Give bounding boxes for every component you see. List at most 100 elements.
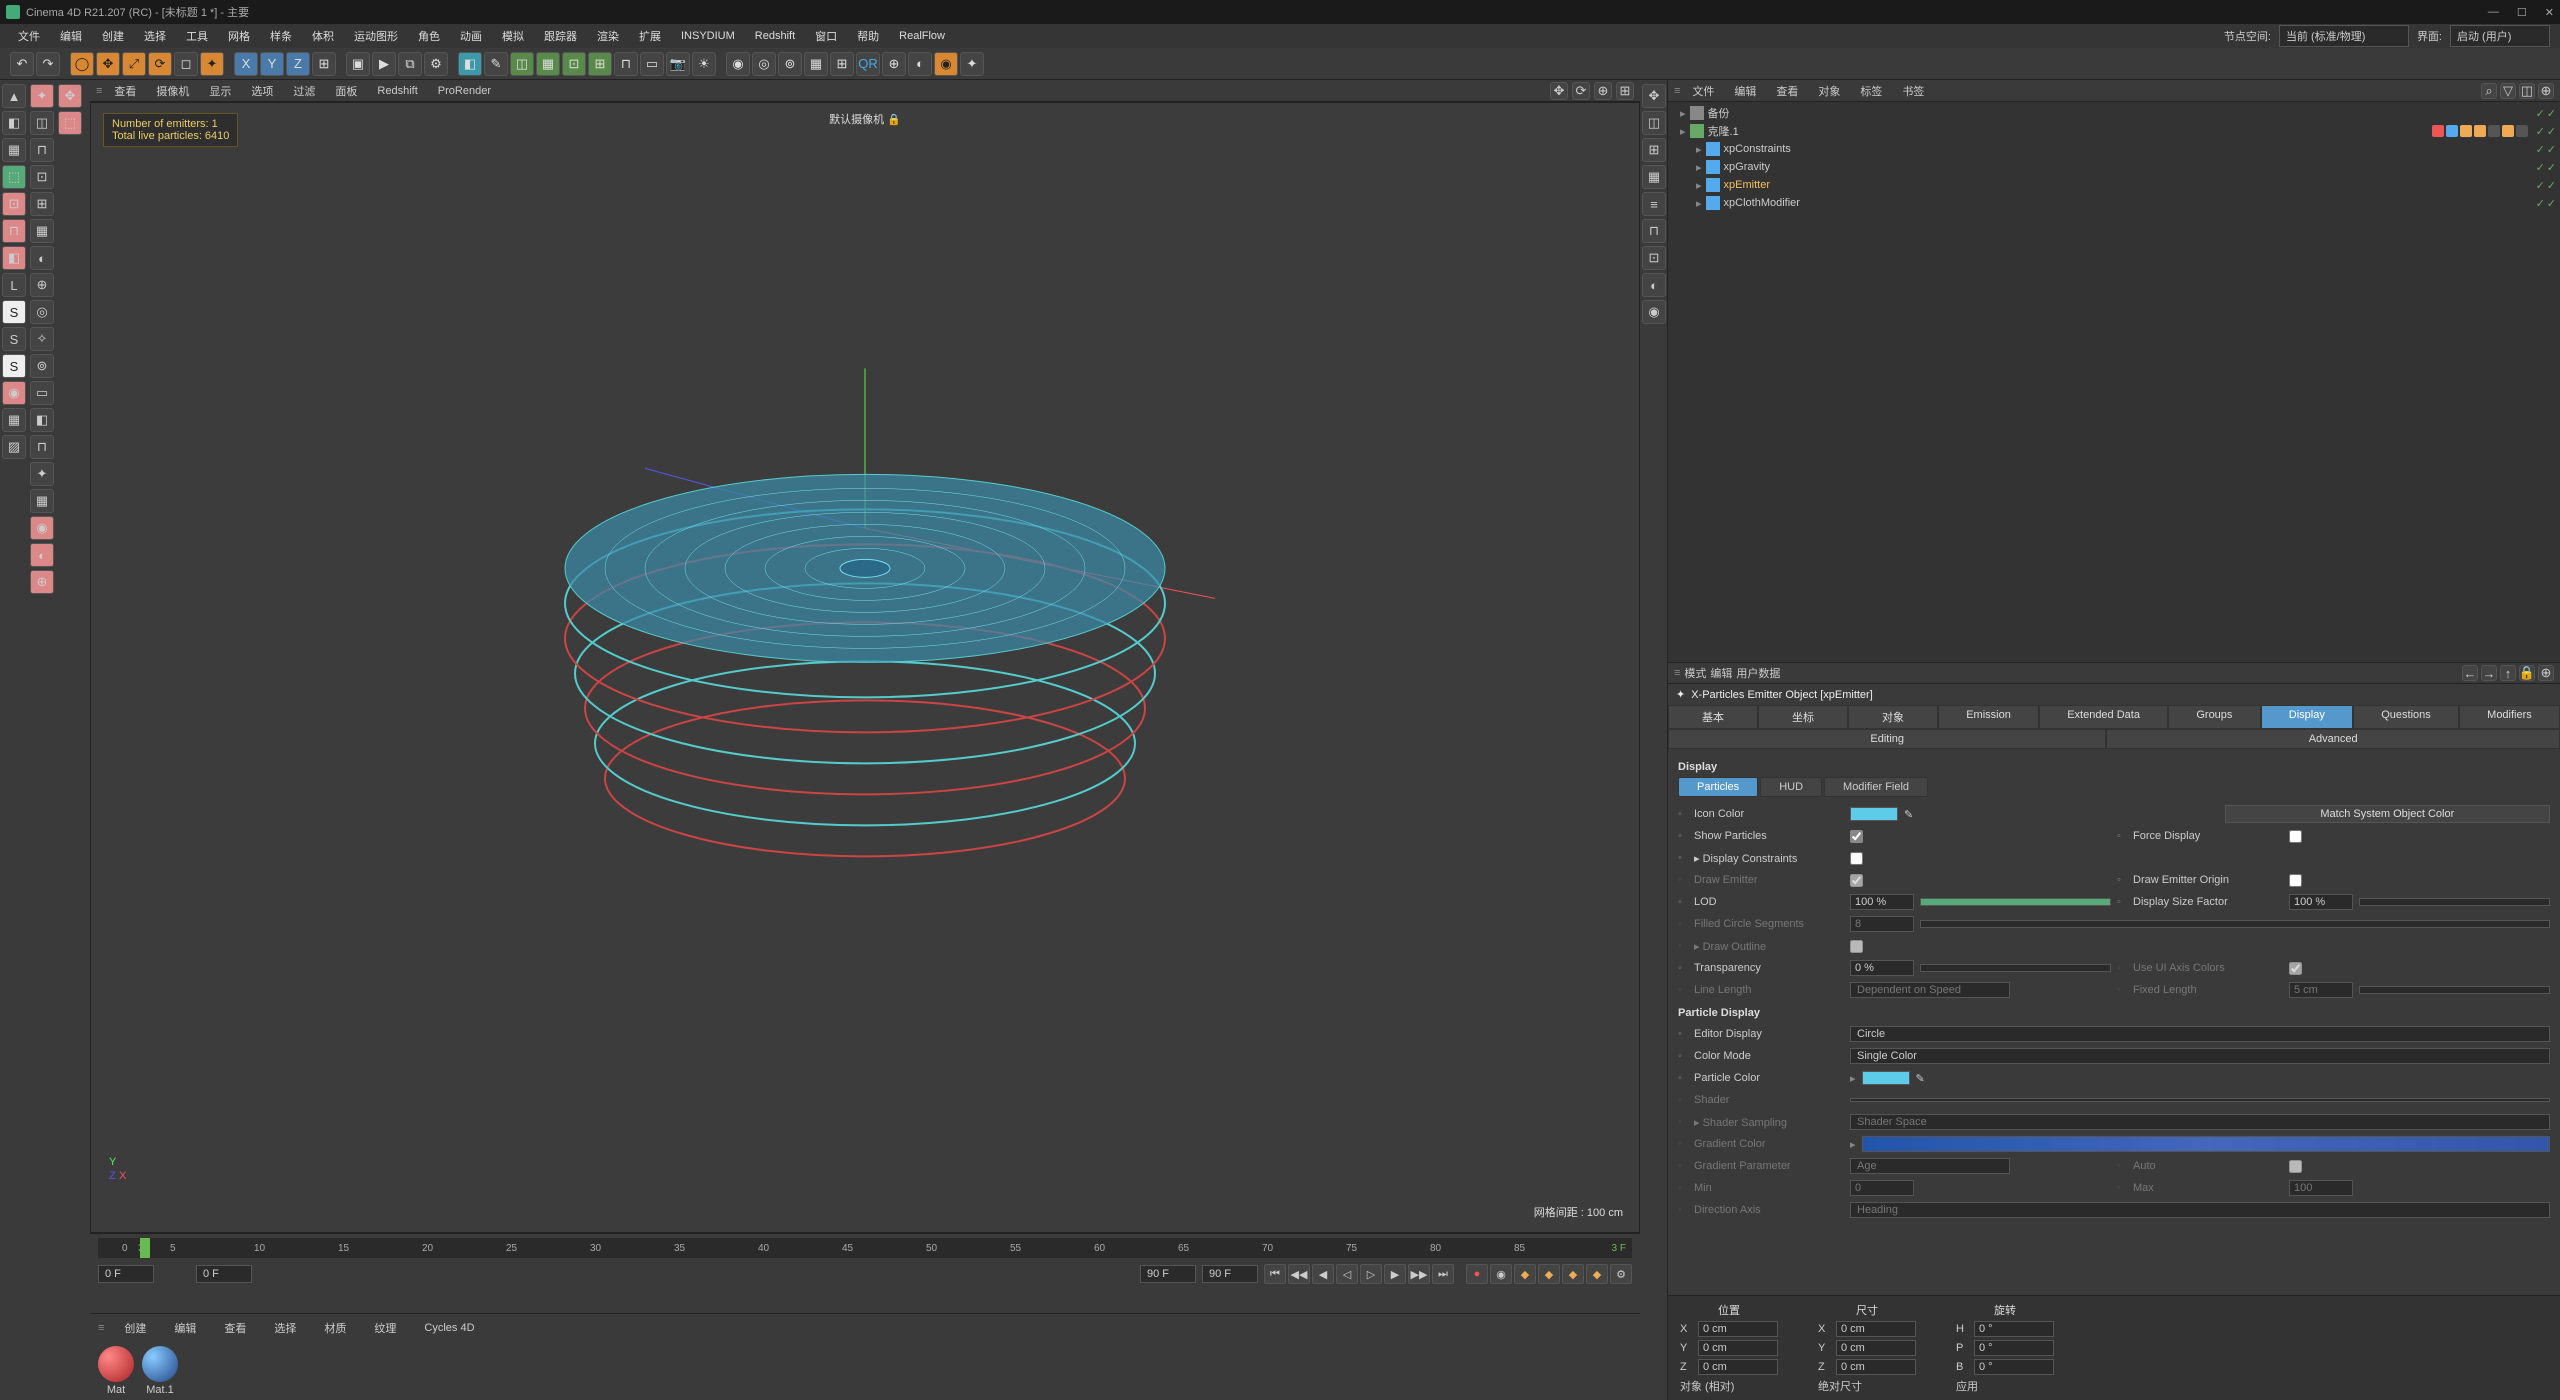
render-view[interactable]: ▣ (346, 52, 370, 76)
size-z[interactable]: 0 cm (1836, 1359, 1916, 1375)
rot-p[interactable]: 0 ° (1974, 1340, 2054, 1356)
menu-character[interactable]: 角色 (410, 26, 448, 46)
menu-mograph[interactable]: 运动图形 (346, 26, 406, 46)
tab-advanced[interactable]: Advanced (2106, 729, 2560, 749)
size-x[interactable]: 0 cm (1836, 1321, 1916, 1337)
rot-h[interactable]: 0 ° (1974, 1321, 2054, 1337)
mat-menu-cycles[interactable]: Cycles 4D (416, 1320, 482, 1336)
uv-mode[interactable]: L (2, 273, 26, 297)
key-s[interactable]: ◆ (1538, 1264, 1560, 1284)
om-menu-edit[interactable]: 编辑 (1726, 81, 1764, 101)
menu-realflow[interactable]: RealFlow (891, 28, 953, 44)
coord-mode-select[interactable]: 对象 (相对) (1680, 1378, 1734, 1394)
attr-menu-edit[interactable]: 编辑 (1710, 665, 1732, 681)
menu-tracker[interactable]: 跟踪器 (536, 26, 585, 46)
minimize-button[interactable]: — (2488, 6, 2499, 19)
tab-display[interactable]: Display (2261, 705, 2353, 729)
goto-start[interactable]: ⏮ (1264, 1264, 1286, 1284)
draw-origin-check[interactable] (2289, 874, 2302, 887)
generator-array[interactable]: ⊞ (588, 52, 612, 76)
locked-tool[interactable]: ✦ (200, 52, 224, 76)
apply-button[interactable]: 应用 (1956, 1378, 1978, 1394)
environment-floor[interactable]: ▭ (640, 52, 664, 76)
palette-6[interactable]: ▦ (30, 219, 54, 243)
key-r[interactable]: ◆ (1562, 1264, 1584, 1284)
xp-btn-3[interactable]: ⊚ (778, 52, 802, 76)
palette-18[interactable]: ◐ (30, 543, 54, 567)
icon-color-swatch[interactable] (1850, 807, 1898, 821)
point-mode[interactable]: ⊡ (2, 192, 26, 216)
om-item[interactable]: ▸xpConstraints✓✓ (1672, 140, 2556, 158)
xp-btn-6[interactable]: QR (856, 52, 880, 76)
tab-object[interactable]: 对象 (1848, 705, 1938, 729)
prev-frame[interactable]: ◀ (1312, 1264, 1334, 1284)
menu-tools[interactable]: 工具 (178, 26, 216, 46)
select-tool[interactable]: ◯ (70, 52, 94, 76)
transparency-value[interactable]: 0 % (1850, 960, 1914, 976)
viewport-nav-2[interactable]: ⟳ (1572, 82, 1590, 100)
palette-5[interactable]: ⊞ (30, 192, 54, 216)
rp-icon-9[interactable]: ◉ (1642, 300, 1666, 324)
maximize-button[interactable]: ☐ (2517, 6, 2527, 19)
menu-redshift[interactable]: Redshift (747, 28, 803, 44)
play-backward[interactable]: ◁ (1336, 1264, 1358, 1284)
undo-button[interactable]: ↶ (10, 52, 34, 76)
transparency-slider[interactable] (1920, 964, 2111, 972)
last-tool[interactable]: ◻ (174, 52, 198, 76)
om-search-icon[interactable]: ⌕ (2481, 83, 2497, 99)
camera-object[interactable]: 📷 (666, 52, 690, 76)
force-display-check[interactable] (2289, 830, 2302, 843)
menu-animate[interactable]: 动画 (452, 26, 490, 46)
viewport[interactable]: Number of emitters: 1 Total live particl… (90, 102, 1640, 1233)
tab-basic[interactable]: 基本 (1668, 705, 1758, 729)
xp-btn-8[interactable]: ◐ (908, 52, 932, 76)
eyedropper-icon[interactable]: ✎ (1916, 1072, 1925, 1085)
key-p[interactable]: ◆ (1514, 1264, 1536, 1284)
view-menu-cameras[interactable]: 摄像机 (148, 81, 197, 101)
snap-3[interactable]: S (2, 354, 26, 378)
om-pin-icon[interactable]: ⊕ (2538, 83, 2554, 99)
timeline-start[interactable]: 0 F (98, 1265, 154, 1283)
mat-menu-material[interactable]: 材质 (316, 1318, 354, 1338)
mat-menu-edit[interactable]: 编辑 (166, 1318, 204, 1338)
om-item[interactable]: ▸xpClothModifier✓✓ (1672, 194, 2556, 212)
rp-icon-4[interactable]: ▦ (1642, 165, 1666, 189)
xray[interactable]: ▨ (2, 435, 26, 459)
xp-btn-2[interactable]: ◎ (752, 52, 776, 76)
x-axis[interactable]: X (234, 52, 258, 76)
palette-2[interactable]: ◫ (30, 111, 54, 135)
color-mode-select[interactable]: Single Color (1850, 1048, 2550, 1064)
rp-icon-5[interactable]: ≡ (1642, 192, 1666, 216)
timeline-end[interactable]: 90 F (1202, 1265, 1258, 1283)
render-region[interactable]: ▶ (372, 52, 396, 76)
primitive-cube[interactable]: ◧ (458, 52, 482, 76)
om-menu-file[interactable]: 文件 (1684, 81, 1722, 101)
snap-1[interactable]: S (2, 300, 26, 324)
generator-extrude[interactable]: ▦ (536, 52, 560, 76)
om-item[interactable]: ▸xpGravity✓✓ (1672, 158, 2556, 176)
attr-menu-userdata[interactable]: 用户数据 (1736, 665, 1780, 681)
om-menu-bookmarks[interactable]: 书签 (1894, 81, 1932, 101)
record-button[interactable]: ● (1466, 1264, 1488, 1284)
menu-select[interactable]: 选择 (136, 26, 174, 46)
viewport-nav-1[interactable]: ✥ (1550, 82, 1568, 100)
palette-20[interactable]: ✥ (58, 84, 82, 108)
prev-key[interactable]: ◀◀ (1288, 1264, 1310, 1284)
palette-17[interactable]: ◉ (30, 516, 54, 540)
view-menu-view[interactable]: 查看 (106, 81, 144, 101)
pos-y[interactable]: 0 cm (1698, 1340, 1778, 1356)
key-pla[interactable]: ◆ (1586, 1264, 1608, 1284)
palette-16[interactable]: ▦ (30, 489, 54, 513)
menu-simulate[interactable]: 模拟 (494, 26, 532, 46)
view-menu-options[interactable]: 选项 (243, 81, 281, 101)
tab-emission[interactable]: Emission (1938, 705, 2039, 729)
scale-tool[interactable]: ⤢ (122, 52, 146, 76)
view-menu-redshift[interactable]: Redshift (369, 83, 425, 99)
z-axis[interactable]: Z (286, 52, 310, 76)
texture-mode[interactable]: ▦ (2, 138, 26, 162)
menu-mesh[interactable]: 网格 (220, 26, 258, 46)
palette-3[interactable]: ⊓ (30, 138, 54, 162)
om-item[interactable]: ▸备份✓✓ (1672, 104, 2556, 122)
tab-extended[interactable]: Extended Data (2039, 705, 2168, 729)
menu-extensions[interactable]: 扩展 (631, 26, 669, 46)
